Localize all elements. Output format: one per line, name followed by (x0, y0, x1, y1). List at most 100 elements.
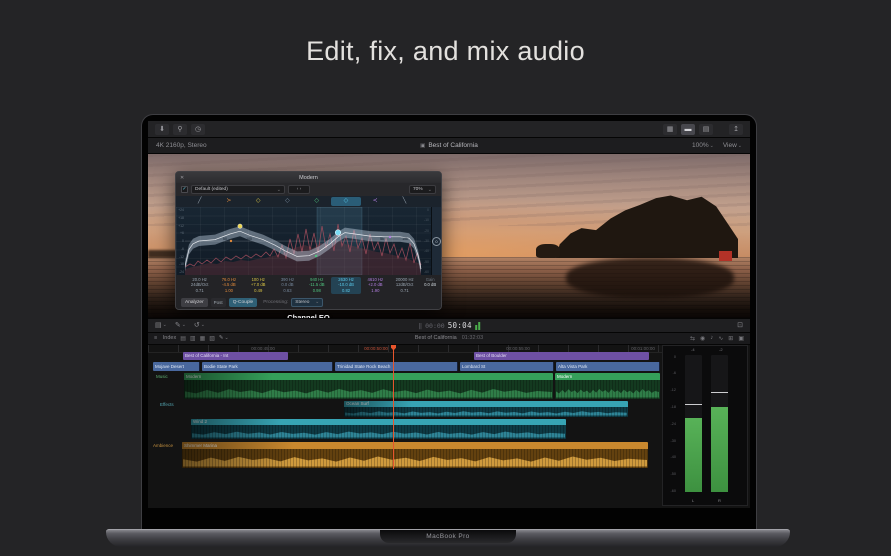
eq-band-8-button[interactable]: ╲ (390, 197, 419, 206)
trim-icon[interactable]: ⇆ (690, 335, 695, 342)
grid-view-icon[interactable]: ▦ (663, 124, 677, 135)
audio-skimming-icon[interactable]: ♪ (710, 335, 713, 342)
keyword-icon[interactable]: ⚲ (173, 124, 187, 135)
red-marker (719, 251, 732, 261)
eq-band-buttons: ╱ ≻ ◇ ◇ ◇ ◇ ≺ ╲ (176, 196, 441, 207)
ambience-clip[interactable]: Shimmer Marina (182, 442, 648, 468)
eq-point-selected[interactable] (335, 230, 341, 236)
eq-band-readouts: 20.0 Hz24dB/Oct0.71 76.0 Hz-4.5 dB1.00 1… (176, 275, 441, 295)
effects-clip[interactable]: Wind 2 (191, 419, 566, 439)
analyzer-mode-dropdown[interactable]: Post (211, 298, 226, 307)
music-clip[interactable]: Modern (555, 373, 660, 399)
format-info: 4K 2160p, Stereo (156, 142, 207, 149)
pause-icon[interactable]: ‖ (418, 322, 422, 330)
frequency-axis: 50 100 500 1k 5k 10k (185, 237, 421, 245)
background-tasks-icon[interactable]: ◷ (191, 124, 205, 135)
preset-row: ✓ Default (edited)⌄ ‹ › 70%⌄ (176, 183, 441, 196)
island-reflection (566, 258, 734, 298)
macbook-hinge-notch: MacBook Pro (380, 530, 516, 543)
index-button[interactable]: ≡ Index (154, 335, 176, 341)
eq-point-green[interactable] (315, 255, 317, 257)
gain-knob[interactable]: 0 (432, 237, 441, 246)
appearance-icon-1[interactable]: ▤ (180, 335, 186, 342)
macbook-base: MacBook Pro (106, 529, 790, 547)
eq-band-7-button[interactable]: ≺ (361, 197, 390, 206)
eq-band-3-button[interactable]: ◇ (244, 197, 273, 206)
ruler-label: 00:00:50:00 (364, 346, 388, 351)
eq-band-8-readout[interactable]: 20000 Hz12dB/Oct0.71 (390, 277, 419, 294)
tool-menu-icon[interactable]: ✎⌄ (219, 335, 229, 341)
eq-band-1-readout[interactable]: 20.0 Hz24dB/Oct0.71 (185, 277, 214, 294)
title-clip[interactable]: Best of Boulder (474, 352, 649, 360)
fullscreen-icon[interactable]: ⊡ (737, 321, 743, 329)
appearance-icon-4[interactable]: ▧ (209, 335, 215, 342)
video-clip[interactable]: Trinidad State Rock Beach (335, 362, 458, 371)
processing-label: Processing: (263, 300, 288, 305)
ruler-label: 00:00:55:00 (506, 346, 530, 351)
solo-icon[interactable]: ∿ (718, 335, 723, 342)
eq-band-6-readout[interactable]: 2630 Hz-10.0 dB0.82 (331, 277, 360, 294)
video-clip[interactable]: Alta Vista Park (556, 362, 660, 371)
analyzer-scale: 0-10 -20-30 -40-50 -60 (422, 208, 429, 274)
appearance-icon-2[interactable]: ▥ (190, 335, 196, 342)
eq-band-6-button[interactable]: ◇ (331, 197, 360, 206)
mini-audio-meter[interactable] (475, 322, 480, 330)
marketing-page: Edit, fix, and mix audio ⬇ ⚲ ◷ ▦ ▬ ▤ ↥ 4… (0, 0, 891, 556)
filmstrip-view-icon[interactable]: ▬ (681, 124, 695, 135)
eq-band-1-button[interactable]: ╱ (185, 197, 214, 206)
video-clip[interactable]: Lombard St (460, 362, 554, 371)
tools-icon[interactable]: ✎⌄ (175, 321, 186, 329)
channel-eq-window: ✕ Modern ✓ Default (edited)⌄ ‹ › 70%⌄ (175, 171, 442, 310)
timecode-value: 50:04 (448, 321, 472, 330)
title-clip[interactable]: Best of California - Int (183, 352, 288, 360)
share-icon[interactable]: ↥ (729, 124, 743, 135)
project-icon: ▣ (420, 143, 425, 149)
import-icon[interactable]: ⬇ (155, 124, 169, 135)
sidebar-icon[interactable]: ▤⌄ (155, 321, 167, 329)
eq-band-7-readout[interactable]: 4610 Hz+2.0 dB1.90 (361, 277, 390, 294)
snapping-icon[interactable]: ⊞ (728, 335, 733, 342)
final-cut-pro-window: ⬇ ⚲ ◷ ▦ ▬ ▤ ↥ 4K 2160p, Stereo ▣ Best of… (148, 121, 750, 508)
processing-dropdown[interactable]: Stereo⌄ (291, 298, 323, 307)
meter-scale: 0-6 -12-18 -24-30 -40-50 -60 (666, 355, 676, 494)
q-couple-button[interactable]: Q-Couple (229, 298, 258, 307)
analyzer-button[interactable]: Analyzer (181, 298, 208, 307)
video-clip[interactable]: Bodie State Park (202, 362, 333, 371)
zoom-dropdown[interactable]: 100%⌄ (692, 142, 714, 149)
plugin-footer: Analyzer Post Q-Couple Processing: Stere… (176, 295, 441, 309)
preset-nav-buttons[interactable]: ‹ › (288, 185, 310, 194)
eq-graph[interactable]: +24+18 +12+6 0-6 -12-18 -24 (176, 207, 441, 275)
eq-band-2-button[interactable]: ≻ (214, 197, 243, 206)
ruler-label: 00:01:00:00 (631, 346, 655, 351)
view-dropdown[interactable]: View⌄ (723, 142, 742, 149)
playhead[interactable] (393, 345, 394, 469)
skimming-icon[interactable]: ◉ (700, 335, 705, 342)
effects-clip[interactable]: Ocean Surf (344, 401, 628, 417)
eq-band-5-button[interactable]: ◇ (302, 197, 331, 206)
audio-meters-panel: -4 -2 0-6 -12-18 -24-30 -40-50 -60 (662, 345, 748, 507)
eq-point-yellow[interactable] (238, 224, 242, 228)
plugin-window-title: Modern (299, 175, 318, 181)
appearance-icon-3[interactable]: ▦ (200, 335, 206, 342)
browser-icon[interactable]: ▣ (738, 335, 744, 342)
timeline[interactable]: 00:00:45:00 00:00:50:00 00:00:55:00 00:0… (148, 345, 750, 509)
close-icon[interactable]: ✕ (180, 175, 184, 181)
eq-band-3-readout[interactable]: 100 Hz+7.0 dB0.49 (244, 277, 273, 294)
channel-label-left: L (692, 498, 694, 503)
gain-readout[interactable]: Gain0.0 dB (419, 277, 441, 294)
list-view-icon[interactable]: ▤ (699, 124, 713, 135)
amount-dropdown[interactable]: 70%⌄ (409, 185, 436, 194)
preset-dropdown[interactable]: Default (edited)⌄ (191, 185, 285, 194)
gain-slider[interactable]: 0 (431, 207, 441, 275)
eq-band-5-readout[interactable]: 940 Hz-11.5 dB0.98 (302, 277, 331, 294)
history-icon[interactable]: ↺⌄ (194, 321, 205, 329)
music-clip[interactable]: Modern (184, 373, 553, 399)
eq-band-4-button[interactable]: ◇ (273, 197, 302, 206)
effects-role-label: Effects (160, 402, 174, 407)
eq-band-2-readout[interactable]: 76.0 Hz-4.5 dB1.00 (214, 277, 243, 294)
plugin-titlebar[interactable]: ✕ Modern (176, 172, 441, 183)
sea-rock (536, 244, 560, 258)
video-clip[interactable]: Mojave Desert (153, 362, 200, 371)
enable-checkbox[interactable]: ✓ (181, 186, 188, 193)
eq-band-4-readout[interactable]: 390 Hz0.0 dB0.63 (273, 277, 302, 294)
